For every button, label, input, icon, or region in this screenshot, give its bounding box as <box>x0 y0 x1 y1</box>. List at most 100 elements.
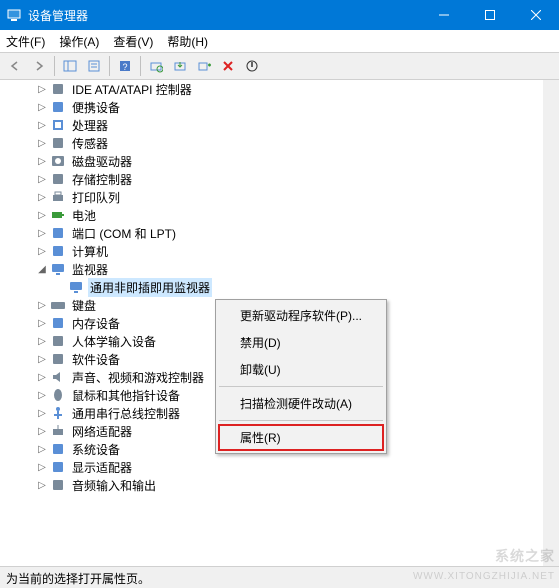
tree-item-label: 通用非即插即用监视器 <box>88 278 212 297</box>
tree-item[interactable]: ◢ 监视器 <box>16 260 543 278</box>
keyboard-icon <box>50 297 66 313</box>
memory-icon <box>50 315 66 331</box>
tree-item[interactable]: ▷传感器 <box>16 134 543 152</box>
tree-item[interactable]: ▷ 计算机 <box>16 242 543 260</box>
tree-item-label: 通用串行总线控制器 <box>70 404 182 423</box>
tree-item-label: 磁盘驱动器 <box>70 152 134 171</box>
vertical-scrollbar[interactable] <box>543 80 559 566</box>
tree-item-label: 鼠标和其他指针设备 <box>70 386 182 405</box>
tree-item-label: 计算机 <box>70 242 110 261</box>
tree-item-label: 电池 <box>70 206 98 225</box>
audioio-icon <box>50 477 66 493</box>
menu-help[interactable]: 帮助(H) <box>167 33 208 50</box>
ctx-properties[interactable]: 属性(R) <box>218 424 384 451</box>
tree-item[interactable]: ▷打印队列 <box>16 188 543 206</box>
tree-item-label: 网络适配器 <box>70 422 134 441</box>
expander-icon[interactable]: ▷ <box>34 117 50 133</box>
battery-icon <box>50 207 66 223</box>
tree-item-label: 存储控制器 <box>70 170 134 189</box>
disk-icon <box>50 153 66 169</box>
app-icon <box>6 7 22 23</box>
ctx-uninstall[interactable]: 卸载(U) <box>218 356 384 383</box>
expander-icon[interactable]: ▷ <box>34 441 50 457</box>
tree-item[interactable]: ▷ 音频输入和输出 <box>16 476 543 494</box>
tree-item-label: 内存设备 <box>70 314 122 333</box>
expander-icon[interactable]: ▷ <box>34 153 50 169</box>
disable-icon[interactable] <box>217 55 239 77</box>
portable-icon <box>50 99 66 115</box>
network-icon <box>50 423 66 439</box>
storage-icon <box>50 171 66 187</box>
menu-action[interactable]: 操作(A) <box>59 33 99 50</box>
tree-item-label: 便携设备 <box>70 98 122 117</box>
expander-icon[interactable]: ▷ <box>34 315 50 331</box>
expander-icon[interactable]: ▷ <box>34 189 50 205</box>
close-button[interactable] <box>513 0 559 30</box>
tree-item[interactable]: ▷处理器 <box>16 116 543 134</box>
expander-icon[interactable]: ▷ <box>34 297 50 313</box>
scan-hardware-icon[interactable] <box>145 55 167 77</box>
ide-icon <box>50 81 66 97</box>
ctx-update-driver[interactable]: 更新驱动程序软件(P)... <box>218 302 384 329</box>
tree-item[interactable]: ▷ 便携设备 <box>16 98 543 116</box>
tree-item[interactable]: 通用非即插即用监视器 <box>16 278 543 296</box>
expander-icon[interactable]: ▷ <box>34 405 50 421</box>
tree-item[interactable]: ▷ 存储控制器 <box>16 170 543 188</box>
expander-icon[interactable]: ▷ <box>34 351 50 367</box>
menu-view[interactable]: 查看(V) <box>113 33 153 50</box>
expander-icon[interactable]: ▷ <box>34 207 50 223</box>
ctx-scan[interactable]: 扫描检测硬件改动(A) <box>218 390 384 417</box>
properties-icon[interactable] <box>83 55 105 77</box>
svg-text:?: ? <box>122 62 127 72</box>
menu-file[interactable]: 文件(F) <box>6 33 45 50</box>
tree-item-label: 键盘 <box>70 296 98 315</box>
context-menu: 更新驱动程序软件(P)... 禁用(D) 卸载(U) 扫描检测硬件改动(A) 属… <box>215 299 387 454</box>
expander-icon[interactable]: ▷ <box>34 387 50 403</box>
monitor-icon <box>68 279 84 295</box>
expander-icon[interactable]: ◢ <box>34 261 50 277</box>
uninstall-icon[interactable] <box>193 55 215 77</box>
tree-item[interactable]: ▷IDE ATA/ATAPI 控制器 <box>16 80 543 98</box>
expander-icon[interactable] <box>52 279 68 295</box>
forward-button-icon[interactable] <box>28 55 50 77</box>
computer-icon <box>50 243 66 259</box>
tree-item[interactable]: ▷ 电池 <box>16 206 543 224</box>
toolbar: ? <box>0 52 559 80</box>
menubar: 文件(F) 操作(A) 查看(V) 帮助(H) <box>0 30 559 52</box>
update-driver-icon[interactable] <box>169 55 191 77</box>
minimize-button[interactable] <box>421 0 467 30</box>
ctx-separator <box>219 386 383 387</box>
expander-icon[interactable]: ▷ <box>34 459 50 475</box>
tree-item[interactable]: ▷显示适配器 <box>16 458 543 476</box>
expander-icon[interactable]: ▷ <box>34 135 50 151</box>
expander-icon[interactable]: ▷ <box>34 81 50 97</box>
expander-icon[interactable]: ▷ <box>34 243 50 259</box>
back-button-icon[interactable] <box>4 55 26 77</box>
usb-icon <box>50 405 66 421</box>
ctx-disable[interactable]: 禁用(D) <box>218 329 384 356</box>
watermark-text: 系统之家 <box>495 546 555 566</box>
tree-item[interactable]: ▷端口 (COM 和 LPT) <box>16 224 543 242</box>
expander-icon[interactable]: ▷ <box>34 225 50 241</box>
expander-icon[interactable]: ▷ <box>34 369 50 385</box>
tree-item-label: 监视器 <box>70 260 110 279</box>
expander-icon[interactable]: ▷ <box>34 477 50 493</box>
system-icon <box>50 441 66 457</box>
expander-icon[interactable]: ▷ <box>34 99 50 115</box>
expander-icon[interactable]: ▷ <box>34 171 50 187</box>
tree-item-label: 音频输入和输出 <box>70 476 158 495</box>
tree-item-label: 人体学输入设备 <box>70 332 158 351</box>
tree-item[interactable]: ▷ 磁盘驱动器 <box>16 152 543 170</box>
enable-icon[interactable] <box>241 55 263 77</box>
expander-icon[interactable]: ▷ <box>34 333 50 349</box>
display-icon <box>50 459 66 475</box>
titlebar: 设备管理器 <box>0 0 559 30</box>
expander-icon[interactable]: ▷ <box>34 423 50 439</box>
hid-icon <box>50 333 66 349</box>
tree-item-label: 声音、视频和游戏控制器 <box>70 368 206 387</box>
sensor-icon <box>50 135 66 151</box>
tree-item-label: 软件设备 <box>70 350 122 369</box>
show-hide-tree-icon[interactable] <box>59 55 81 77</box>
help-icon[interactable]: ? <box>114 55 136 77</box>
maximize-button[interactable] <box>467 0 513 30</box>
